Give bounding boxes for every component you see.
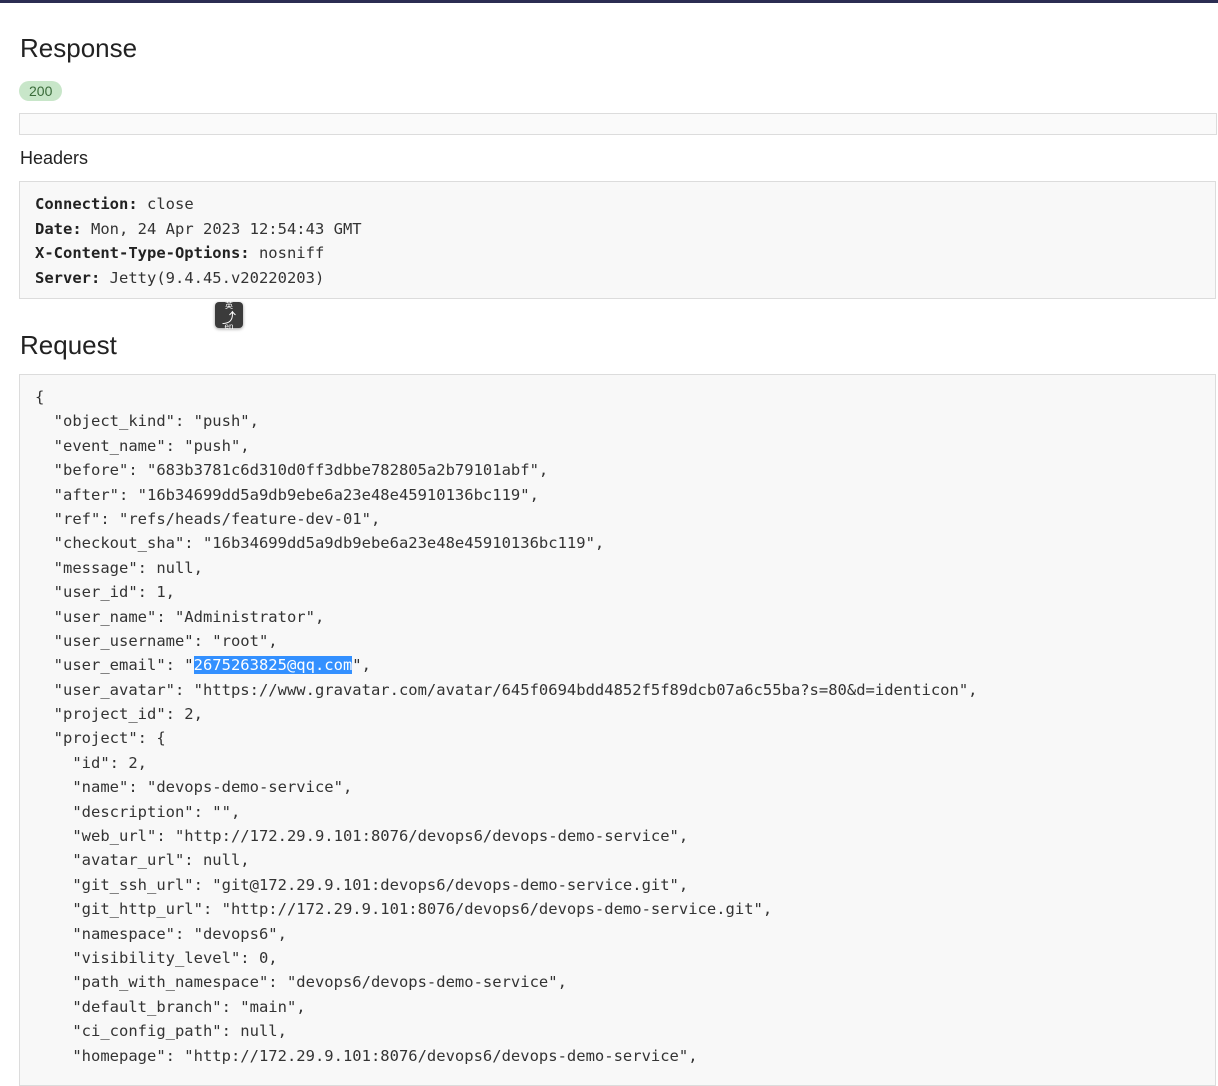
request-line: "message": null, <box>35 558 203 577</box>
request-line: "ref": "refs/heads/feature-dev-01", <box>35 509 381 528</box>
request-line: "visibility_level": 0, <box>35 948 278 967</box>
request-line: "default_branch": "main", <box>35 997 306 1016</box>
request-line: "checkout_sha": "16b34699dd5a9db9ebe6a23… <box>35 534 605 553</box>
request-line-user-email: "user_email": "2675263825@qq.com", <box>35 656 371 675</box>
request-body-box[interactable]: { "object_kind": "push", "event_name": "… <box>19 374 1216 1086</box>
request-line: "user_username": "root", <box>35 631 278 650</box>
request-line: "ci_config_path": null, <box>35 1022 287 1041</box>
request-line: "event_name": "push", <box>35 436 250 455</box>
request-line: "path_with_namespace": "devops6/devops-d… <box>35 973 567 992</box>
header-row-x-content-type-options: X-Content-Type-Options: nosniff <box>35 244 325 262</box>
headers-box: Connection: close Date: Mon, 24 Apr 2023… <box>19 181 1216 299</box>
request-line: "web_url": "http://172.29.9.101:8076/dev… <box>35 827 689 846</box>
header-row-date: Date: Mon, 24 Apr 2023 12:54:43 GMT <box>35 219 362 238</box>
request-line: "git_http_url": "http://172.29.9.101:807… <box>35 900 773 919</box>
request-line: "project_id": 2, <box>35 705 203 724</box>
request-line: "homepage": "http://172.29.9.101:8076/de… <box>35 1046 698 1065</box>
header-row-connection: Connection: close <box>35 195 194 213</box>
request-line: "namespace": "devops6", <box>35 924 287 943</box>
request-line: "after": "16b34699dd5a9db9ebe6a23e48e459… <box>35 485 539 504</box>
request-line: "avatar_url": null, <box>35 851 250 870</box>
request-line: "user_avatar": "https://www.gravatar.com… <box>35 680 978 699</box>
request-line: "name": "devops-demo-service", <box>35 778 353 797</box>
request-lines-before: { "object_kind": "push", "event_name": "… <box>35 385 1199 653</box>
response-title: Response <box>20 33 138 63</box>
request-line: { <box>35 388 45 406</box>
request-line: "description": "", <box>35 802 241 821</box>
selected-email-text[interactable]: 2675263825@qq.com <box>193 656 353 675</box>
header-row-server: Server: Jetty(9.4.45.v20220203) <box>35 268 325 287</box>
request-line: "user_id": 1, <box>35 583 175 602</box>
ime-language-icon[interactable]: 英 ⤴ en <box>215 302 243 331</box>
request-line: "user_name": "Administrator", <box>35 607 325 626</box>
response-body-box <box>19 113 1217 135</box>
top-accent-bar <box>0 0 1218 3</box>
request-line: "before": "683b3781c6d310d0ff3dbbe782805… <box>35 461 549 480</box>
request-title: Request <box>20 330 117 360</box>
request-line: "project": { <box>35 729 166 748</box>
status-badge: 200 <box>19 81 63 101</box>
request-line: "object_kind": "push", <box>35 412 259 431</box>
request-line: "id": 2, <box>35 753 147 772</box>
request-line: "git_ssh_url": "git@172.29.9.101:devops6… <box>35 875 689 894</box>
request-lines-after: "user_avatar": "https://www.gravatar.com… <box>35 678 1199 1068</box>
headers-title: Headers <box>20 148 89 168</box>
